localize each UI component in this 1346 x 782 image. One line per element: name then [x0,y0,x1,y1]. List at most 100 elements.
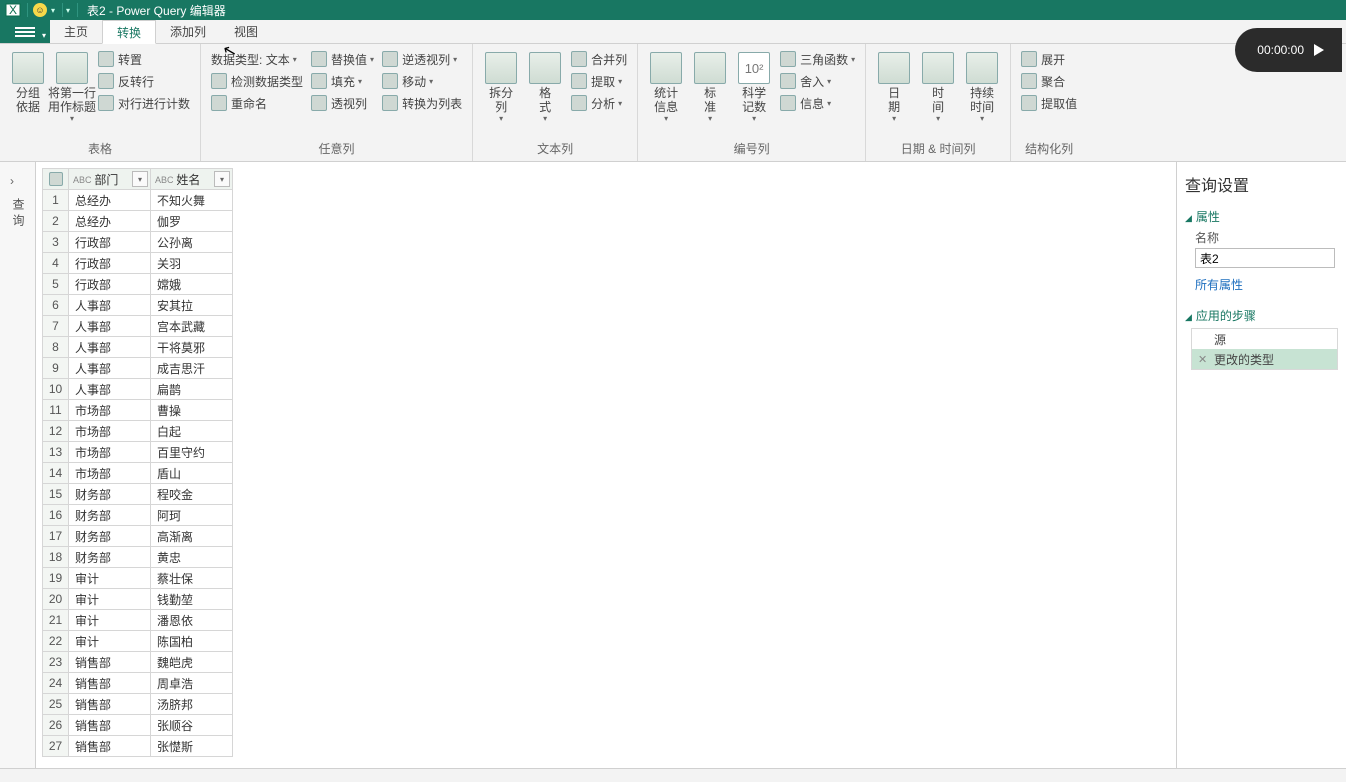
expand-queries-icon[interactable]: › [10,174,14,188]
cell[interactable]: 总经办 [69,211,151,232]
table-row[interactable]: 5行政部嫦娥 [43,274,233,295]
tab-transform[interactable]: 转换 [102,20,156,44]
cell[interactable]: 人事部 [69,358,151,379]
cell[interactable]: 黄忠 [151,547,233,568]
play-icon[interactable] [1314,44,1324,56]
scientific-button[interactable]: 10²科学 记数▾ [732,48,776,127]
cell[interactable]: 百里守约 [151,442,233,463]
format-button[interactable]: 格 式▾ [523,48,567,127]
cell[interactable]: 张憷斯 [151,736,233,757]
cell[interactable]: 销售部 [69,673,151,694]
cell[interactable]: 人事部 [69,316,151,337]
cell[interactable]: 人事部 [69,379,151,400]
rename-button[interactable]: 重命名 [207,92,307,114]
table-row[interactable]: 14市场部盾山 [43,463,233,484]
select-all-corner[interactable] [43,169,69,190]
cell[interactable]: 程咬金 [151,484,233,505]
cell[interactable]: 周卓浩 [151,673,233,694]
cell[interactable]: 总经办 [69,190,151,211]
replace-values-button[interactable]: 替换值▾ [307,48,378,70]
table-row[interactable]: 3行政部公孙离 [43,232,233,253]
row-number[interactable]: 21 [43,610,69,631]
split-column-button[interactable]: 拆分 列▾ [479,48,523,127]
row-number[interactable]: 16 [43,505,69,526]
row-number[interactable]: 23 [43,652,69,673]
extract-button[interactable]: 提取▾ [567,70,631,92]
cell[interactable]: 公孙离 [151,232,233,253]
cell[interactable]: 高渐离 [151,526,233,547]
column-header-name[interactable]: ABC 姓名 ▾ [151,169,233,190]
cell[interactable]: 财务部 [69,547,151,568]
statistics-button[interactable]: 统计 信息▾ [644,48,688,127]
extract-values-button[interactable]: 提取值 [1017,92,1081,114]
cell[interactable]: 安其拉 [151,295,233,316]
merge-columns-button[interactable]: 合并列 [567,48,631,70]
table-row[interactable]: 8人事部干将莫邪 [43,337,233,358]
cell[interactable]: 审计 [69,610,151,631]
row-number[interactable]: 7 [43,316,69,337]
cell[interactable]: 扁鹊 [151,379,233,400]
table-row[interactable]: 26销售部张顺谷 [43,715,233,736]
row-number[interactable]: 11 [43,400,69,421]
cell[interactable]: 市场部 [69,442,151,463]
applied-step[interactable]: 源 [1192,329,1337,349]
table-row[interactable]: 6人事部安其拉 [43,295,233,316]
cell[interactable]: 伽罗 [151,211,233,232]
row-number[interactable]: 10 [43,379,69,400]
cell[interactable]: 行政部 [69,232,151,253]
table-row[interactable]: 25销售部汤脐邦 [43,694,233,715]
cell[interactable]: 财务部 [69,526,151,547]
applied-step[interactable]: ✕更改的类型 [1192,349,1337,369]
row-number[interactable]: 17 [43,526,69,547]
cell[interactable]: 销售部 [69,736,151,757]
cell[interactable]: 宫本武藏 [151,316,233,337]
all-properties-link[interactable]: 所有属性 [1195,276,1338,293]
row-number[interactable]: 22 [43,631,69,652]
table-row[interactable]: 23销售部魏皑虎 [43,652,233,673]
cell[interactable]: 张顺谷 [151,715,233,736]
properties-section-header[interactable]: 属性 [1185,208,1338,225]
reverse-rows-button[interactable]: 反转行 [94,70,194,92]
cell[interactable]: 市场部 [69,400,151,421]
convert-to-list-button[interactable]: 转换为列表 [378,92,466,114]
cell[interactable]: 审计 [69,589,151,610]
cell[interactable]: 陈国柏 [151,631,233,652]
table-row[interactable]: 20审计钱勤堃 [43,589,233,610]
cell[interactable]: 盾山 [151,463,233,484]
cell[interactable]: 曹操 [151,400,233,421]
qat-overflow-icon[interactable]: ▾ [66,6,74,15]
cell[interactable]: 财务部 [69,484,151,505]
row-number[interactable]: 19 [43,568,69,589]
cell[interactable]: 行政部 [69,274,151,295]
row-number[interactable]: 9 [43,358,69,379]
cell[interactable]: 销售部 [69,652,151,673]
row-number[interactable]: 14 [43,463,69,484]
table-row[interactable]: 1总经办不知火舞 [43,190,233,211]
cell[interactable]: 嫦娥 [151,274,233,295]
cell[interactable]: 销售部 [69,694,151,715]
cell[interactable]: 行政部 [69,253,151,274]
row-number[interactable]: 13 [43,442,69,463]
duration-button[interactable]: 持续 时间▾ [960,48,1004,127]
qat-dropdown-icon[interactable]: ▾ [51,6,59,15]
data-type-button[interactable]: 数据类型: 文本▾ [207,48,307,70]
table-row[interactable]: 21审计潘恩依 [43,610,233,631]
table-row[interactable]: 19审计蔡壮保 [43,568,233,589]
row-number[interactable]: 2 [43,211,69,232]
row-number[interactable]: 5 [43,274,69,295]
table-row[interactable]: 9人事部成吉思汗 [43,358,233,379]
table-row[interactable]: 18财务部黄忠 [43,547,233,568]
cell[interactable]: 市场部 [69,421,151,442]
queries-pane-label[interactable]: 查询 [10,198,27,230]
table-row[interactable]: 10人事部扁鹊 [43,379,233,400]
table-row[interactable]: 15财务部程咬金 [43,484,233,505]
move-button[interactable]: 移动▾ [378,70,466,92]
query-name-input[interactable] [1195,248,1335,268]
detect-data-type-button[interactable]: 检测数据类型 [207,70,307,92]
row-number[interactable]: 24 [43,673,69,694]
pivot-column-button[interactable]: 透视列 [307,92,378,114]
filter-dropdown-icon[interactable]: ▾ [214,171,230,187]
table-row[interactable]: 2总经办伽罗 [43,211,233,232]
cell[interactable]: 魏皑虎 [151,652,233,673]
cell[interactable]: 成吉思汗 [151,358,233,379]
